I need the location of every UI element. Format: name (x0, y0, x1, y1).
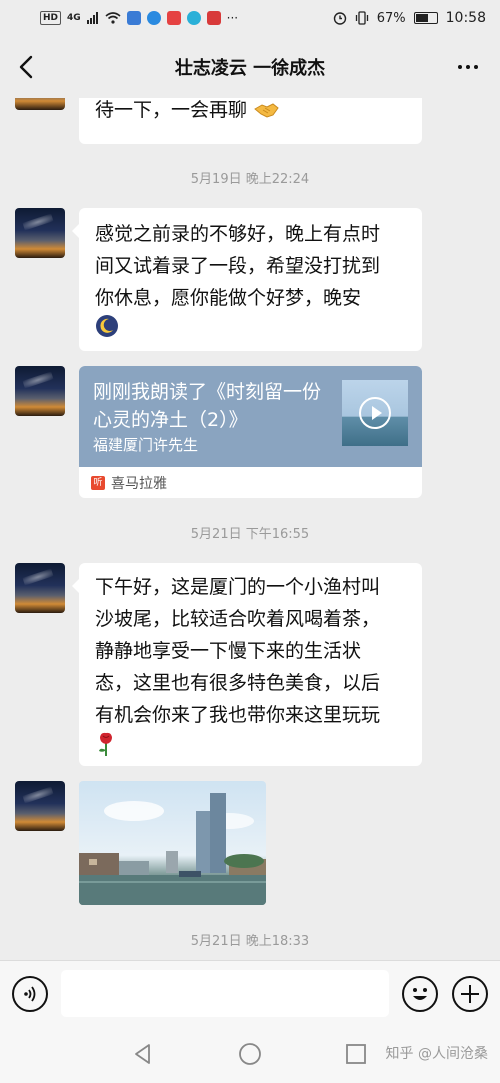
contact-avatar[interactable] (15, 208, 65, 258)
voice-icon (24, 986, 36, 1002)
more-functions-button[interactable] (452, 976, 488, 1012)
signal-icon (86, 12, 98, 24)
battery-fill (415, 14, 429, 22)
timestamp: 5月19日 晚上22:24 (190, 172, 310, 187)
share-source: 听 喜马拉雅 (79, 467, 422, 498)
message-line: 沙坡尾，比较适合吹着风喝着茶， (95, 608, 381, 630)
play-icon (359, 397, 391, 429)
rose-emoji-icon (99, 732, 112, 756)
signal-4g-label: 4G (67, 13, 81, 23)
back-triangle-icon[interactable] (131, 1042, 155, 1066)
share-title: 刚刚我朗读了《时刻留一份心灵的净土（2）》 (93, 381, 322, 431)
share-thumbnail (342, 380, 408, 446)
ximalaya-logo-icon: 听 (91, 475, 105, 490)
message-text: 待一下，一会再聊 (95, 99, 248, 121)
more-notifications-icon: ··· (226, 11, 239, 25)
dot-icon (466, 65, 470, 69)
status-left: HD 4G ··· (40, 11, 238, 25)
dot-icon (458, 65, 462, 69)
message-line: 有机会你来了我也带你来这里玩玩 (95, 704, 381, 726)
message-line: 静静地享受一下慢下来的生活状 (95, 640, 362, 662)
message-line: 感觉之前录的不够好，晚上有点时 (95, 223, 381, 245)
chat-header: 壮志凌云 一徐成杰 (0, 36, 500, 98)
message-bubble[interactable]: 待一下，一会再聊 (79, 98, 422, 144)
photo-message[interactable] (79, 781, 266, 905)
timestamp: 5月21日 下午16:55 (190, 527, 310, 542)
system-navigation-bar: 知乎 @人间沧桑 (0, 1025, 500, 1083)
chevron-left-icon (19, 55, 33, 79)
wifi-icon (105, 12, 121, 24)
chat-messages[interactable]: 待一下，一会再聊 5月19日 晚上22:24 感觉之前录的不够好，晚上有点时 间… (0, 98, 500, 960)
message-bubble[interactable]: 感觉之前录的不够好，晚上有点时 间又试着录了一段，希望没打扰到 你休息，愿你能做… (72, 208, 422, 351)
clock: 10:58 (445, 10, 486, 26)
app-notification-icon (146, 11, 161, 25)
share-author: 福建厦门许先生 (93, 436, 199, 454)
message-bubble[interactable]: 下午好，这是厦门的一个小渔村叫 沙坡尾，比较适合吹着风喝着茶， 静静地享受一下慢… (72, 563, 422, 766)
message-line: 间又试着录了一段，希望没打扰到 (95, 255, 381, 277)
app-notification-icon (166, 11, 181, 25)
emoji-button[interactable] (402, 976, 438, 1012)
back-button[interactable] (12, 51, 44, 83)
contact-avatar[interactable] (15, 781, 65, 831)
contact-avatar[interactable] (15, 366, 65, 416)
hd-badge: HD (40, 11, 62, 25)
message-input[interactable] (61, 970, 389, 1017)
audio-share-card[interactable]: 刚刚我朗读了《时刻留一份心灵的净土（2）》 福建厦门许先生 听 喜马拉雅 (79, 366, 422, 498)
home-circle-icon[interactable] (238, 1042, 262, 1066)
voice-input-button[interactable] (12, 976, 48, 1012)
contact-avatar[interactable] (15, 563, 65, 613)
recents-square-icon[interactable] (344, 1042, 368, 1066)
status-bar: HD 4G ··· 67% 10:58 (0, 0, 500, 36)
handshake-emoji-icon (254, 102, 279, 118)
timestamp: 5月21日 晚上18:33 (190, 934, 310, 949)
app-notification-icon (126, 11, 141, 25)
message-line: 你休息，愿你能做个好梦，晚安 (95, 287, 362, 309)
city-photo-icon (79, 793, 266, 905)
share-card-header: 刚刚我朗读了《时刻留一份心灵的净土（2）》 福建厦门许先生 (79, 366, 422, 467)
chat-title: 壮志凌云 一徐成杰 (174, 58, 326, 79)
more-options-button[interactable] (452, 54, 484, 80)
battery-icon (413, 12, 438, 24)
watermark: 知乎 @人间沧桑 (385, 1046, 488, 1062)
contact-avatar[interactable] (15, 98, 65, 110)
dot-icon (474, 65, 478, 69)
moon-emoji-icon (96, 315, 118, 337)
message-input-bar (0, 960, 500, 1025)
message-line: 下午好，这是厦门的一个小渔村叫 (95, 576, 381, 598)
message-line: 态，这里也有很多特色美食，以后 (95, 672, 381, 694)
status-right: 67% 10:58 (333, 10, 486, 26)
vibrate-icon (355, 11, 368, 25)
app-notification-icon (186, 11, 201, 25)
battery-percent: 67% (376, 10, 406, 26)
smiley-icon (413, 988, 427, 1000)
share-source-name: 喜马拉雅 (111, 475, 167, 492)
app-notification-icon (206, 11, 221, 25)
alarm-icon (333, 12, 346, 25)
